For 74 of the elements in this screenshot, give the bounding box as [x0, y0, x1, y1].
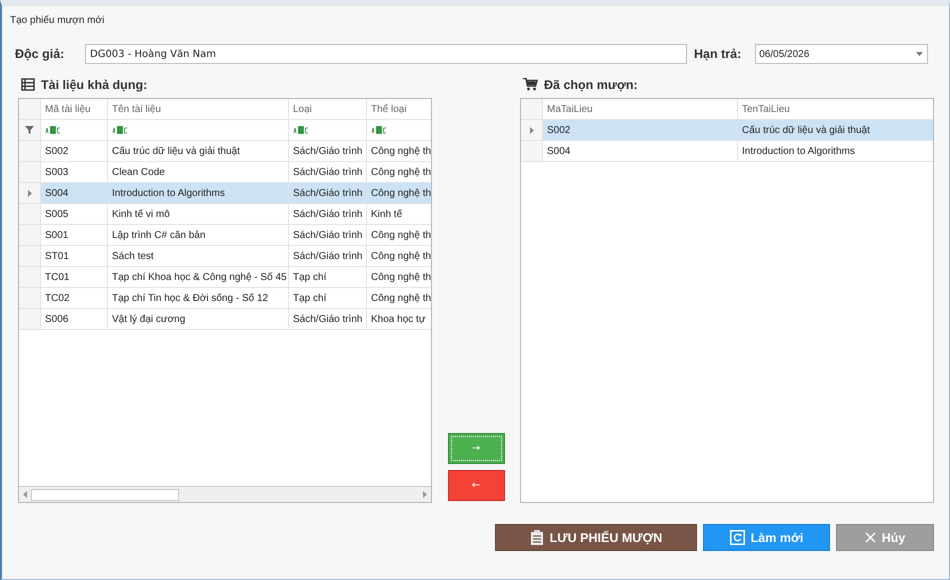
reader-label: Độc giả:: [15, 47, 66, 61]
due-date-dropdown[interactable]: 06/05/2026: [755, 44, 928, 64]
section-title: Tài liệu khả dụng:: [41, 78, 148, 92]
table-cell: Sách/Giáo trình: [293, 250, 362, 262]
cart-icon: [523, 78, 538, 91]
table-cell: S001: [45, 230, 68, 240]
table-row[interactable]: S004 Introduction to Algorithms: [521, 141, 933, 162]
table-row[interactable]: S002 Cấu trúc dữ liệu và giải thuật: [521, 120, 933, 141]
table-cell: Sách/Giáo trình: [293, 314, 362, 324]
table-cell: Cấu trúc dữ liệu và giải thuật: [112, 146, 240, 156]
table-cell: Lập trình C# căn bản: [112, 230, 206, 240]
window-title: Tạo phiếu mượn mới: [9, 14, 106, 28]
table-cell: S004: [45, 188, 68, 198]
table-cell: S006: [45, 314, 68, 324]
table-cell: Công nghệ th: [371, 146, 431, 156]
table-cell: Sách/Giáo trình: [293, 146, 362, 156]
refresh-icon: [730, 530, 745, 545]
table-cell: Sách/Giáo trình: [293, 166, 362, 178]
table-row[interactable]: TC01 Tạp chí Khoa học & Công nghệ - Số 45 Tạp chí Công nghệ th: [19, 267, 431, 288]
table-cell: ST01: [45, 250, 69, 262]
table-row[interactable]: S004 Introduction to Algorithms Sách/Giáo trình Công nghệ th: [19, 183, 431, 204]
table-cell: Công nghệ th: [371, 188, 431, 198]
table-cell: Tạp chí Tin học & Đời sống - Số 12: [112, 292, 268, 304]
dropdown-caret-icon: [916, 52, 924, 56]
table-row[interactable]: TC02 Tạp chí Tin học & Đời sống - Số 12 Tạp chí Công nghệ th: [19, 288, 431, 309]
table-cell: Tạp chí: [293, 292, 326, 304]
table-cell: Kinh tế: [371, 208, 402, 220]
table-cell: S002: [547, 124, 570, 136]
text-filter-icon[interactable]: [293, 126, 309, 134]
table-cell: S005: [45, 208, 68, 220]
table-row[interactable]: S002 Cấu trúc dữ liệu và giải thuật Sách/Giáo trình Công nghệ th: [19, 141, 431, 162]
table-cell: Công nghệ th: [371, 272, 431, 282]
table-cell: Introduction to Algorithms: [742, 146, 855, 156]
table-row[interactable]: ST01 Sách test Sách/Giáo trình Công nghệ th: [19, 246, 431, 267]
table-cell: Sách test: [112, 250, 154, 262]
table-cell: TC02: [45, 292, 70, 304]
table-cell: S004: [547, 146, 570, 156]
table-row[interactable]: S005 Kinh tế vi mô Sách/Giáo trình Kinh tế: [19, 204, 431, 225]
table-cell: Sách/Giáo trình: [293, 188, 362, 198]
table-cell: Khoa học tự: [371, 314, 426, 324]
section-title: Đã chọn mượn:: [544, 78, 638, 92]
table-cell: Sách/Giáo trình: [293, 208, 362, 220]
row-pointer-icon: [28, 190, 32, 196]
table-cell: Introduction to Algorithms: [112, 188, 225, 198]
due-date-label: Hạn trả:: [694, 47, 742, 61]
filter-icon: [25, 126, 34, 134]
table-cell: S002: [45, 146, 68, 156]
table-row[interactable]: S006 Vật lý đại cương Sách/Giáo trình Khoa học tự: [19, 309, 431, 330]
table-cell: Kinh tế vi mô: [112, 208, 170, 220]
text-filter-icon[interactable]: [371, 126, 387, 134]
table-row[interactable]: S001 Lập trình C# căn bản Sách/Giáo trình Công nghệ th: [19, 225, 431, 246]
table-cell: Công nghệ th: [371, 250, 431, 262]
table-cell: Clean Code: [112, 166, 165, 178]
table-cell: Sách/Giáo trình: [293, 230, 362, 240]
table-cell: Tạp chí: [293, 272, 326, 282]
text-filter-icon[interactable]: [112, 126, 128, 134]
row-pointer-icon: [530, 126, 534, 134]
table-cell: Công nghệ th: [371, 230, 431, 240]
table-cell: Công nghệ th: [371, 292, 431, 304]
text-filter-icon[interactable]: [45, 126, 61, 134]
table-cell: Vật lý đại cương: [112, 314, 186, 324]
table-cell: Tạp chí Khoa học & Công nghệ - Số 45: [112, 272, 287, 282]
table-cell: Công nghệ th: [371, 166, 431, 178]
table-cell: S003: [45, 166, 68, 178]
table-cell: TC01: [45, 272, 70, 282]
clipboard-icon: [530, 530, 544, 545]
list-icon: [21, 78, 35, 91]
reader-field[interactable]: DG003 - Hoàng Văn Nam: [85, 44, 687, 64]
scrollbar-thumb[interactable]: [31, 488, 179, 500]
close-icon: [864, 532, 876, 543]
remove-button[interactable]: ←: [448, 470, 504, 501]
save-button[interactable]: LƯU PHIẾU MƯỢN: [495, 524, 697, 551]
table-cell: Cấu trúc dữ liệu và giải thuật: [742, 124, 870, 136]
horizontal-scrollbar[interactable]: [19, 486, 431, 502]
